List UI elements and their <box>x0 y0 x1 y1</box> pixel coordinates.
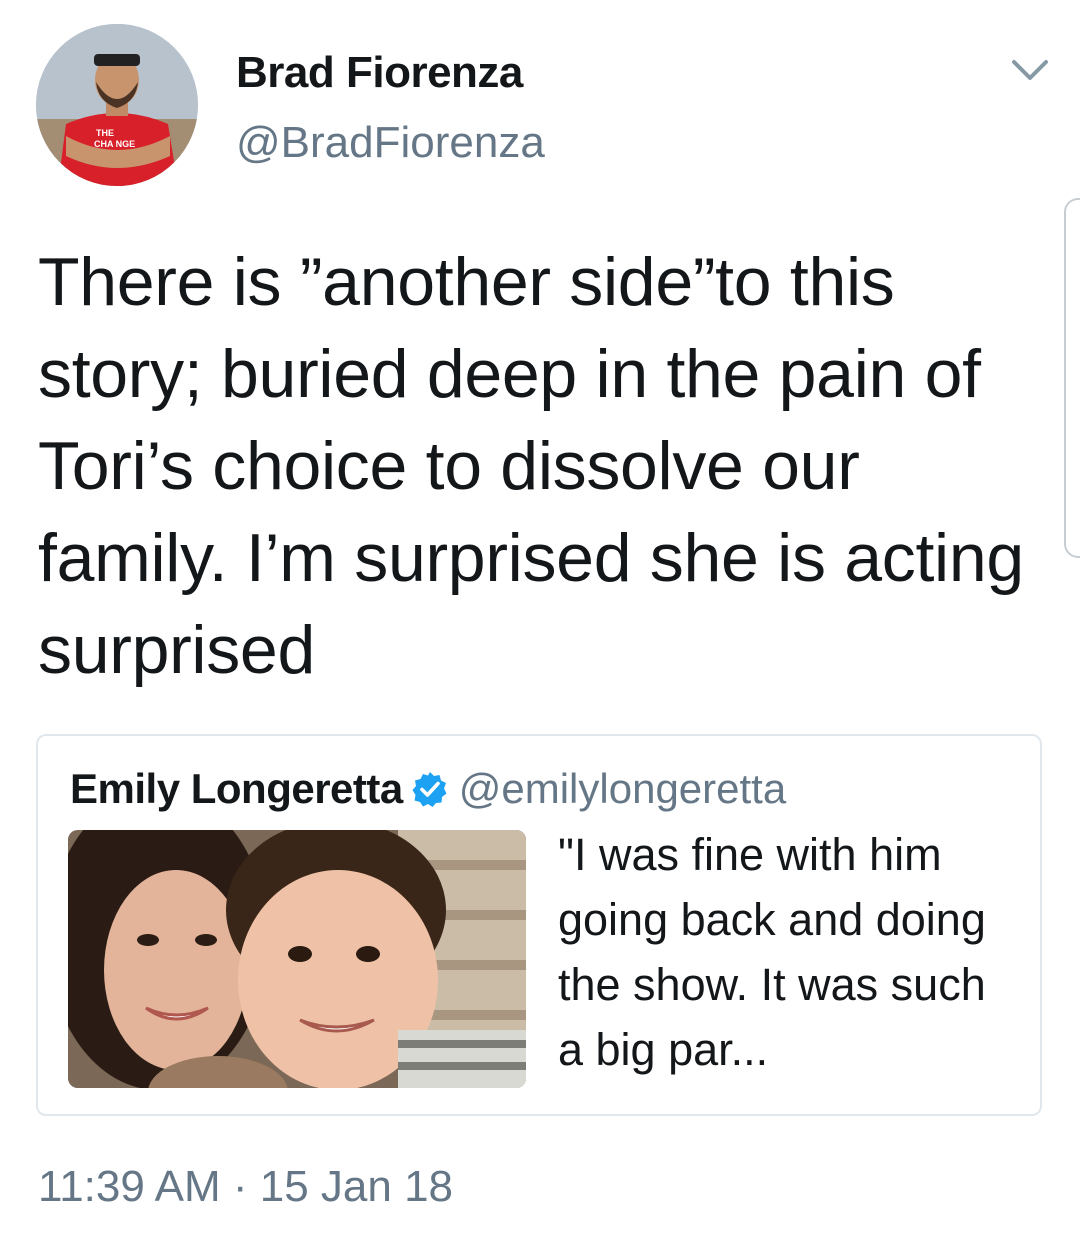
svg-text:CHA NGE: CHA NGE <box>94 139 135 149</box>
quoted-tweet-text: "I was fine with him going back and doin… <box>558 829 986 1075</box>
author-avatar[interactable]: THE CHA NGE <box>36 24 198 186</box>
chevron-down-icon[interactable] <box>1008 52 1052 88</box>
author-name[interactable]: Brad Fiorenza <box>236 48 523 98</box>
quoted-tweet-image[interactable] <box>68 830 526 1088</box>
quoted-tweet-card[interactable]: Emily Longeretta @emilylongeretta "I was… <box>36 734 1042 1116</box>
quoted-author-handle: @emilylongeretta <box>458 765 787 812</box>
tweet: THE CHA NGE Brad Fiorenza @BradFiorenza … <box>0 0 1080 1251</box>
quoted-author-name: Emily Longeretta <box>70 765 403 812</box>
tweet-text: There is ”another side”to this story; bu… <box>38 244 1024 688</box>
tweet-timestamp[interactable]: 11:39 AM · 15 Jan 18 <box>38 1162 453 1212</box>
author-handle[interactable]: @BradFiorenza <box>236 118 545 168</box>
quoted-tweet-header: Emily Longeretta @emilylongeretta <box>70 764 786 814</box>
verified-badge-icon <box>411 770 449 808</box>
scroll-indicator <box>1064 198 1080 558</box>
svg-text:THE: THE <box>96 128 114 138</box>
